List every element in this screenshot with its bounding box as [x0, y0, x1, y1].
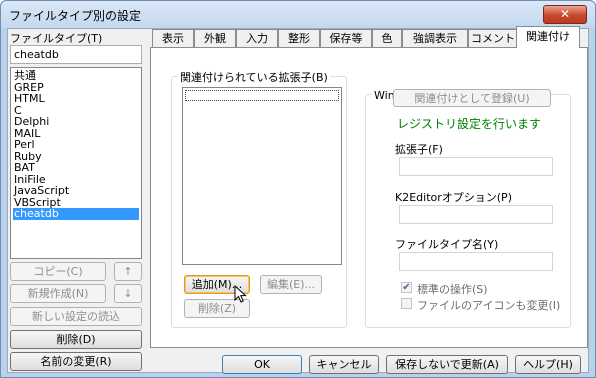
filetype-list[interactable]: 共通 GREP HTML C Delphi MAIL Perl Ruby BAT IniFile J… [10, 67, 142, 259]
filetype-list-item[interactable]: 共通 [13, 70, 139, 82]
tab-6[interactable]: 強調表示 [402, 29, 468, 47]
title-bar: ファイルタイプ別の設定 ✕ [1, 1, 595, 28]
checkmark-icon: ✔ [402, 282, 411, 293]
filetype-label: ファイルタイプ(T) [10, 32, 103, 45]
tab-4[interactable]: 保存等 [320, 29, 372, 47]
filetype-name-value: cheatdb [14, 48, 59, 61]
ok-button[interactable]: OK [222, 355, 302, 374]
k2-option-label: K2Editorオプション(P) [395, 191, 512, 204]
standard-action-checkbox[interactable]: ✔ [401, 282, 412, 293]
registry-message: レジストリ設定を行います [397, 117, 542, 131]
filetype-name-label: ファイルタイプ名(Y) [395, 238, 499, 251]
window-title: ファイルタイプ別の設定 [9, 9, 142, 23]
close-icon[interactable]: ✕ [560, 7, 570, 21]
register-association-label: 関連付けとして登録(U) [414, 92, 530, 105]
load-new-settings-button[interactable]: 新しい設定の読込 [10, 307, 142, 326]
arrow-down-icon: ↓ [123, 287, 133, 300]
rename-button[interactable]: 名前の変更(R) [10, 352, 142, 371]
delete-button[interactable]: 削除(D) [10, 330, 142, 349]
tab-panel-association: 関連付けられている拡張子(B) 追加(M)... 編集(E)... 削除(Z) … [150, 47, 588, 348]
filetype-list-item[interactable]: Delphi [13, 116, 139, 128]
tab-1[interactable]: 外観 [194, 29, 236, 47]
arrow-up-icon: ↑ [123, 265, 133, 278]
icon-change-label: ファイルのアイコンも変更(I) [417, 299, 561, 312]
extensions-list-focus-row [185, 90, 339, 101]
dialog-client: ファイルタイプ(T) cheatdb 共通 GREP HTML C Delphi MAIL… [7, 26, 589, 374]
load-new-settings-label: 新しい設定の読込 [32, 310, 120, 323]
extensions-group-title: 関連付けられている拡張子(B) [178, 69, 330, 85]
cancel-label: キャンセル [316, 358, 372, 371]
edit-extension-button[interactable]: 編集(E)... [260, 275, 322, 294]
extensions-group: 関連付けられている拡張子(B) 追加(M)... 編集(E)... 削除(Z) [171, 69, 347, 328]
filetype-list-item[interactable]: JavaScript [13, 185, 139, 197]
delete-button-label: 削除(D) [56, 333, 96, 346]
tab-7[interactable]: コメント [468, 29, 518, 47]
tab-5[interactable]: 色 [372, 29, 402, 47]
edit-extension-label: 編集(E)... [266, 278, 316, 291]
tab-0[interactable]: 表示 [152, 29, 194, 47]
settings-dialog: ファイルタイプ別の設定 ✕ ファイルタイプ(T) cheatdb 共通 GREP H… [0, 0, 596, 378]
filetype-list-item[interactable]: HTML [13, 93, 139, 105]
rename-button-label: 名前の変更(R) [40, 355, 112, 368]
filetype-list-item[interactable]: Perl [13, 139, 139, 151]
new-button-label: 新規作成(N) [27, 287, 89, 300]
filetype-description-input[interactable] [399, 252, 553, 271]
help-label: ヘルプ(H) [523, 358, 573, 371]
filetype-name-input[interactable]: cheatdb [10, 45, 142, 64]
tab-2[interactable]: 入力 [236, 29, 278, 47]
copy-button-label: コピー(C) [33, 265, 83, 278]
k2-option-input[interactable] [399, 205, 553, 224]
copy-button[interactable]: コピー(C) [10, 262, 106, 281]
extension-label: 拡張子(F) [395, 143, 443, 156]
update-without-save-label: 保存しないで更新(A) [395, 358, 499, 371]
mouse-cursor-icon [234, 285, 247, 303]
help-button[interactable]: ヘルプ(H) [515, 355, 581, 374]
move-up-button[interactable]: ↑ [114, 262, 142, 281]
ok-label: OK [254, 358, 270, 371]
new-button[interactable]: 新規作成(N) [10, 284, 106, 303]
extensions-list[interactable] [182, 87, 342, 265]
extension-input[interactable] [399, 157, 553, 176]
update-without-save-button[interactable]: 保存しないで更新(A) [386, 355, 508, 374]
register-association-button[interactable]: 関連付けとして登録(U) [393, 89, 551, 107]
move-down-button[interactable]: ↓ [114, 284, 142, 303]
remove-extension-label: 削除(Z) [197, 302, 237, 315]
standard-action-label: 標準の操作(S) [417, 283, 488, 296]
tab-8[interactable]: 関連付け [516, 26, 580, 48]
icon-change-checkbox[interactable] [401, 298, 412, 309]
cancel-button[interactable]: キャンセル [309, 355, 379, 374]
filetype-list-item[interactable]: BAT [13, 162, 139, 174]
filetype-list-item[interactable]: cheatdb [13, 208, 139, 220]
tab-3[interactable]: 整形 [278, 29, 320, 47]
close-button[interactable]: ✕ [543, 5, 587, 24]
